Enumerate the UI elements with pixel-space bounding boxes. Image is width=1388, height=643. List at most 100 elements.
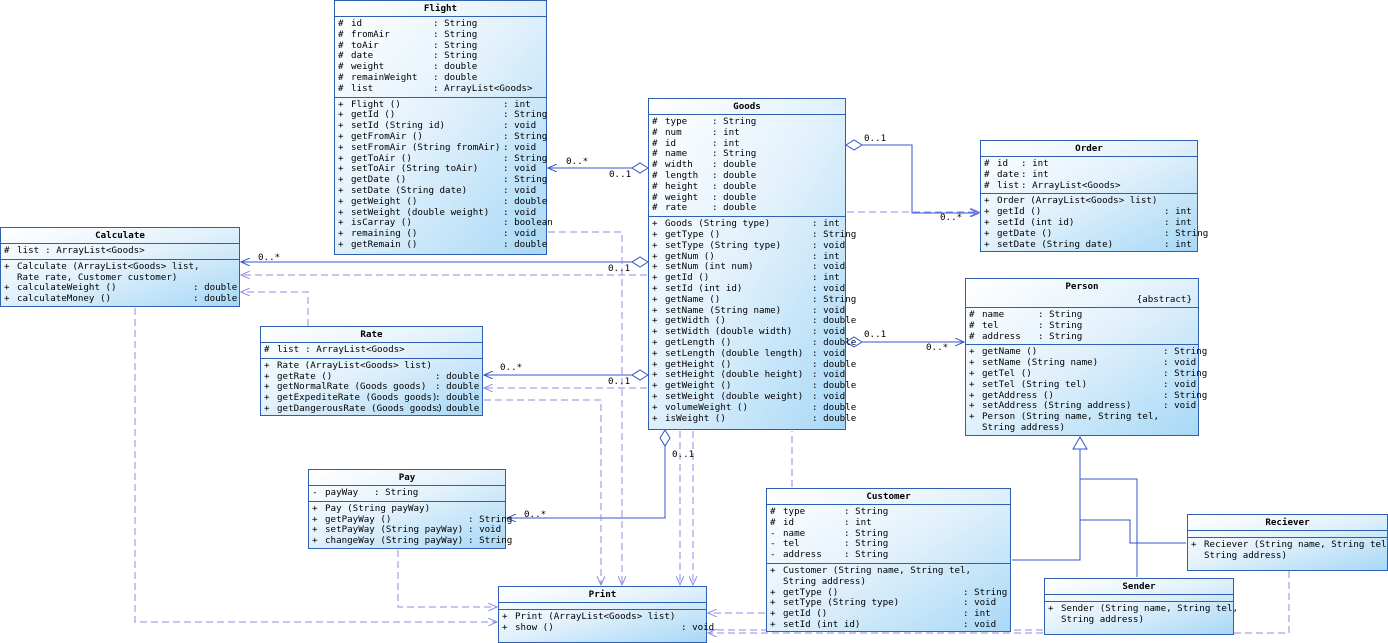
member-row-continuation: String address) bbox=[969, 421, 1195, 434]
attributes-compartment: # list: ArrayList<Goods> bbox=[1, 244, 239, 259]
member-row: + Rate (ArrayList<Goods> list) bbox=[264, 360, 479, 372]
member-type: : double bbox=[812, 412, 857, 424]
member-name: volumeWeight () bbox=[665, 401, 748, 413]
visibility-marker: # bbox=[984, 179, 990, 191]
member-type: : void bbox=[812, 347, 846, 359]
member-row: # list: ArrayList<Goods> bbox=[4, 245, 236, 257]
member-row: + getName () : String bbox=[652, 293, 856, 306]
member-name: getRemain () bbox=[351, 238, 418, 250]
member-name: num bbox=[665, 126, 682, 138]
member-row-continuation: String address) bbox=[770, 575, 1007, 588]
visibility-marker: + bbox=[984, 227, 990, 239]
visibility-marker: # bbox=[770, 516, 776, 528]
member-name: getName () bbox=[665, 293, 721, 305]
uml-class-diagram: Flight # id: String # fromAir: String # toAir… bbox=[0, 0, 1388, 643]
member-row: + setType (String type): void bbox=[652, 239, 845, 252]
visibility-marker: + bbox=[652, 401, 658, 413]
visibility-marker: + bbox=[652, 347, 658, 359]
member-row: + getDangerousRate (Goods goods): double bbox=[264, 402, 479, 415]
visibility-marker: # bbox=[652, 202, 658, 214]
member-signature-continuation: String address) bbox=[783, 575, 866, 587]
member-row: + Calculate (ArrayList<Goods> list, bbox=[4, 260, 236, 273]
visibility-marker: # bbox=[652, 180, 658, 192]
member-name: rate bbox=[665, 202, 688, 214]
member-type: : void bbox=[1163, 400, 1197, 412]
class-sender[interactable]: Sender + Sender (String name, String tel,… bbox=[1044, 578, 1238, 635]
member-type: : String bbox=[812, 293, 857, 305]
visibility-marker: + bbox=[652, 239, 658, 251]
visibility-marker: + bbox=[4, 260, 10, 272]
member-name: setTel (String tel) bbox=[982, 378, 1088, 390]
member-type: : int bbox=[844, 516, 872, 528]
member-row: - name: String bbox=[770, 528, 1007, 540]
class-person[interactable]: Person {abstract} # name: String # tel: Str… bbox=[965, 278, 1207, 436]
member-type: : ArrayList<Goods> bbox=[45, 245, 145, 256]
attributes-compartment: - payWay: String bbox=[309, 486, 505, 501]
visibility-marker: + bbox=[1191, 539, 1197, 550]
class-name: Customer bbox=[767, 489, 1010, 505]
member-row: # id: int bbox=[770, 516, 1007, 529]
flight-print-dependency bbox=[548, 231, 622, 585]
member-type: : void bbox=[503, 141, 537, 153]
member-name: address bbox=[982, 330, 1021, 342]
member-row: + getWeight (): double bbox=[338, 196, 547, 208]
visibility-marker: + bbox=[1048, 603, 1054, 614]
class-reciever[interactable]: Reciever + Reciever (String name, String … bbox=[1187, 514, 1388, 571]
attributes-compartment: # list: ArrayList<Goods> bbox=[261, 343, 482, 358]
class-flight[interactable]: Flight # id: String # fromAir: String # toAir… bbox=[334, 0, 553, 255]
visibility-marker: - bbox=[312, 487, 318, 498]
member-type: : void bbox=[681, 621, 715, 633]
operations-compartment: + Rate (ArrayList<Goods> list) + getRate ()… bbox=[261, 357, 482, 417]
class-name: Goods bbox=[649, 99, 845, 115]
member-name: show () bbox=[515, 621, 554, 633]
member-type: : void bbox=[963, 618, 997, 630]
goods-pay-diamond bbox=[659, 429, 671, 447]
class-calculate[interactable]: Calculate # list: ArrayList<Goods> + Calcu… bbox=[0, 227, 240, 307]
member-name: tel bbox=[982, 319, 999, 331]
member-name: list bbox=[277, 344, 300, 355]
class-goods[interactable]: Goods # type: String # num: int # id: int # nam… bbox=[648, 98, 856, 430]
visibility-marker: + bbox=[984, 238, 990, 250]
goods-order-association bbox=[862, 144, 979, 213]
goods-pay-association bbox=[507, 446, 666, 518]
class-name: Rate bbox=[261, 327, 482, 343]
member-name: setDate (String date) bbox=[997, 238, 1114, 250]
member-row: # list: ArrayList<Goods> bbox=[264, 344, 479, 356]
member-name: Pay (String payWay) bbox=[325, 502, 431, 514]
member-row: + setFromAir (String fromAir): void bbox=[338, 141, 543, 154]
operations-compartment: + Sender (String name, String tel, String … bbox=[1045, 601, 1238, 628]
operations-compartment: + Calculate (ArrayList<Goods> list, Rate r… bbox=[1, 258, 239, 307]
member-signature-continuation: String address) bbox=[982, 421, 1065, 433]
class-rate[interactable]: Rate # list: ArrayList<Goods> + Rate (Arra… bbox=[260, 326, 483, 416]
member-name: date bbox=[997, 168, 1020, 180]
member-row: # height: double bbox=[652, 180, 842, 193]
member-type: : int bbox=[1164, 238, 1192, 250]
visibility-marker: + bbox=[969, 378, 975, 390]
member-row: - address: String bbox=[770, 549, 1007, 561]
operations-compartment: + Reciever (String name, String tel, Strin… bbox=[1188, 537, 1388, 564]
member-name: setFromAir (String fromAir) bbox=[351, 141, 501, 153]
visibility-marker: + bbox=[969, 411, 975, 423]
class-customer[interactable]: Customer # type: String # id: int - name: Str… bbox=[766, 488, 1011, 632]
class-order[interactable]: Order # id: int # date: int # list: ArrayList… bbox=[980, 140, 1208, 252]
member-type: : double bbox=[812, 401, 857, 413]
member-name: Calculate (ArrayList<Goods> list, bbox=[17, 260, 200, 272]
visibility-marker: + bbox=[770, 618, 776, 630]
attributes-compartment: # type: String # num: int # id: int # name: Str… bbox=[649, 115, 845, 216]
person-generalization-triangle bbox=[1072, 436, 1088, 450]
class-pay[interactable]: Pay - payWay: String + Pay (String payWay)… bbox=[308, 469, 512, 549]
visibility-marker: + bbox=[312, 502, 318, 514]
visibility-marker: + bbox=[652, 293, 658, 305]
member-row: # fromAir: String bbox=[338, 29, 543, 41]
class-print[interactable]: Print + Print (ArrayList<Goods> list) + sho… bbox=[498, 586, 714, 643]
member-name: getDangerousRate (Goods goods) bbox=[277, 402, 443, 414]
operations-compartment: + Print (ArrayList<Goods> list) + show (): … bbox=[499, 609, 714, 636]
pay-print-dependency bbox=[397, 550, 497, 607]
member-type: : String bbox=[468, 535, 513, 547]
member-row: + getRemain (): double bbox=[338, 238, 547, 251]
goods-order-diamond bbox=[845, 139, 863, 151]
operations-compartment: + getName (): String + setName (String name… bbox=[966, 344, 1207, 435]
member-type: : int bbox=[712, 126, 740, 138]
member-row: # list: ArrayList<Goods> bbox=[984, 179, 1194, 192]
member-name: setLength (double length) bbox=[665, 347, 804, 359]
